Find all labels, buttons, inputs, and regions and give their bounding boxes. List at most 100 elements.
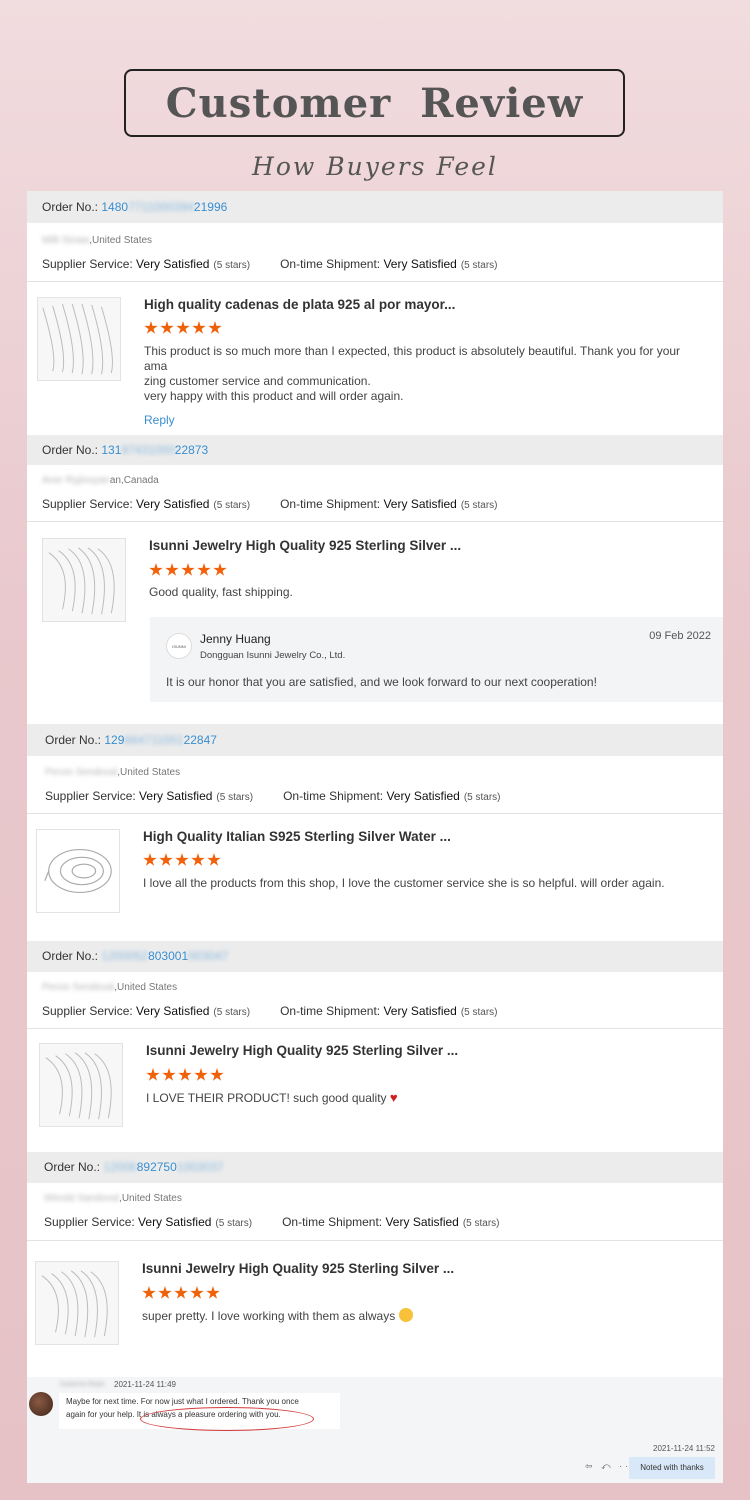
star-icon: [194, 1068, 208, 1081]
star-icon: [144, 321, 158, 334]
order-bar: Order No.: 12966471155122847: [27, 724, 723, 756]
reply-date: 09 Feb 2022: [649, 630, 711, 642]
product-thumbnail[interactable]: [35, 1261, 119, 1345]
product-title[interactable]: Isunni Jewelry High Quality 925 Sterling…: [146, 1043, 458, 1058]
star-icon: [175, 853, 189, 866]
necklace-chains-image: [45, 1052, 112, 1120]
order-bar: Order No.: 1319743100022873: [27, 435, 723, 465]
review-text: super pretty. I love working with them a…: [142, 1308, 413, 1324]
order-bar: Order No.: 120068927501003037: [27, 1152, 723, 1183]
order-number[interactable]: 12966471155122847: [104, 733, 217, 747]
smiling-face-icon: [398, 1308, 413, 1322]
buyer-location: Milli Sizaia,United States: [42, 235, 153, 246]
order-number[interactable]: 1480771100039421996: [101, 200, 227, 214]
star-icon: [159, 853, 173, 866]
star-icon: [208, 321, 222, 334]
review-meta: Winold Sandoval,United States Supplier S…: [44, 1193, 714, 1229]
review-text: This product is so much more than I expe…: [144, 344, 681, 403]
chat-excerpt: Katarina Bepic 2021-11-24 11:49 Maybe fo…: [27, 1377, 723, 1483]
necklace-chains-image: [48, 547, 115, 615]
rating-row: Supplier Service: Very Satisfied (5 stars…: [42, 497, 498, 511]
necklace-chains-image: [42, 303, 113, 375]
product-thumbnail[interactable]: [37, 297, 121, 381]
page-subtitle: How Buyers Feel: [252, 152, 498, 181]
star-icon: [197, 563, 211, 576]
rating-row: Supplier Service: Very Satisfied (5 stars…: [44, 1215, 500, 1229]
order-label: Order No.:: [42, 200, 102, 214]
chat-reply-time: 2021-11-24 11:52: [653, 1444, 715, 1453]
buyer-location: Winold Sandoval,United States: [44, 1193, 182, 1204]
rating-row: Supplier Service: Very Satisfied (5 stars…: [45, 789, 501, 803]
divider: [27, 813, 723, 814]
star-rating: [146, 1068, 224, 1082]
order-number[interactable]: 120068927501003037: [103, 1160, 223, 1174]
review-meta: Aner Ryjinoyanan,Canada Supplier Service…: [42, 475, 712, 511]
divider: [27, 1028, 723, 1029]
divider: [27, 281, 723, 282]
star-icon: [176, 321, 190, 334]
product-title[interactable]: Isunni Jewelry High Quality 925 Sterling…: [149, 538, 461, 553]
divider: [27, 1240, 723, 1241]
chat-reply-message: Noted with thanks: [629, 1457, 715, 1479]
review-meta: Pervis Sendoval,United States Supplier S…: [45, 767, 715, 803]
rating-row: Supplier Service: Very Satisfied (5 stars…: [42, 1004, 498, 1018]
chat-buyer-time: 2021-11-24 11:49: [114, 1380, 176, 1389]
review-text: I love all the products from this shop, …: [143, 876, 665, 890]
reply-message: It is our honor that you are satisfied, …: [166, 675, 597, 689]
order-number[interactable]: 1319743100022873: [101, 443, 208, 457]
order-number[interactable]: 1200052803001003047: [101, 949, 228, 963]
review-sheet: Order No.: 1480771100039421996 Milli Siz…: [27, 191, 723, 1483]
heart-icon: ♥: [389, 1090, 398, 1105]
star-rating: [143, 853, 221, 867]
page-title: Customer Review: [165, 79, 584, 127]
rating-row: Supplier Service: Very Satisfied (5 stars…: [42, 257, 498, 271]
star-icon: [158, 1286, 172, 1299]
review-text: Good quality, fast shipping.: [149, 585, 293, 599]
buyer-location: Pervis Sendoval,United States: [45, 767, 181, 778]
seller-name: Jenny Huang: [200, 632, 271, 646]
necklace-chains-image: [41, 1270, 108, 1338]
order-label: Order No.:: [44, 1160, 104, 1174]
star-icon: [146, 1068, 160, 1081]
order-bar: Order No.: 1480771100039421996: [27, 191, 723, 223]
title-box: Customer Review: [124, 69, 625, 137]
order-label: Order No.:: [42, 443, 102, 457]
seller-company: Dongguan Isunni Jewelry Co., Ltd.: [200, 650, 346, 661]
star-rating: [144, 321, 222, 335]
reply-link[interactable]: Reply: [144, 413, 175, 427]
seller-reply: ISUNNI Jenny Huang Dongguan Isunni Jewel…: [150, 617, 723, 702]
product-title[interactable]: High quality cadenas de plata 925 al por…: [144, 297, 455, 312]
seller-logo: ISUNNI: [166, 633, 192, 659]
star-icon: [162, 1068, 176, 1081]
product-thumbnail[interactable]: [42, 538, 126, 622]
review-meta: Milli Sizaia,United States Supplier Serv…: [42, 235, 712, 271]
star-icon: [213, 563, 227, 576]
star-icon: [210, 1068, 224, 1081]
buyer-location: Aner Ryjinoyanan,Canada: [42, 475, 159, 486]
star-icon: [207, 853, 221, 866]
star-icon: [206, 1286, 220, 1299]
star-icon: [165, 563, 179, 576]
product-title[interactable]: High Quality Italian S925 Sterling Silve…: [143, 829, 451, 844]
necklace-spiral-image: [44, 848, 112, 894]
order-label: Order No.:: [42, 949, 102, 963]
star-rating: [149, 563, 227, 577]
buyer-location: Pervis Sendoval,United States: [42, 982, 178, 993]
star-rating: [142, 1286, 220, 1300]
star-icon: [191, 853, 205, 866]
chat-buyer-name: Katarina Bepic: [60, 1381, 106, 1388]
star-icon: [142, 1286, 156, 1299]
highlight-circle: [140, 1407, 314, 1431]
buyer-avatar: [29, 1392, 53, 1416]
star-icon: [178, 1068, 192, 1081]
review-text: I LOVE THEIR PRODUCT! such good quality …: [146, 1090, 398, 1105]
star-icon: [160, 321, 174, 334]
order-bar: Order No.: 1200052803001003047: [27, 941, 723, 972]
product-title[interactable]: Isunni Jewelry High Quality 925 Sterling…: [142, 1261, 454, 1276]
product-thumbnail[interactable]: [39, 1043, 123, 1127]
star-icon: [181, 563, 195, 576]
product-thumbnail[interactable]: [36, 829, 120, 913]
star-icon: [190, 1286, 204, 1299]
star-icon: [174, 1286, 188, 1299]
divider: [27, 521, 723, 522]
